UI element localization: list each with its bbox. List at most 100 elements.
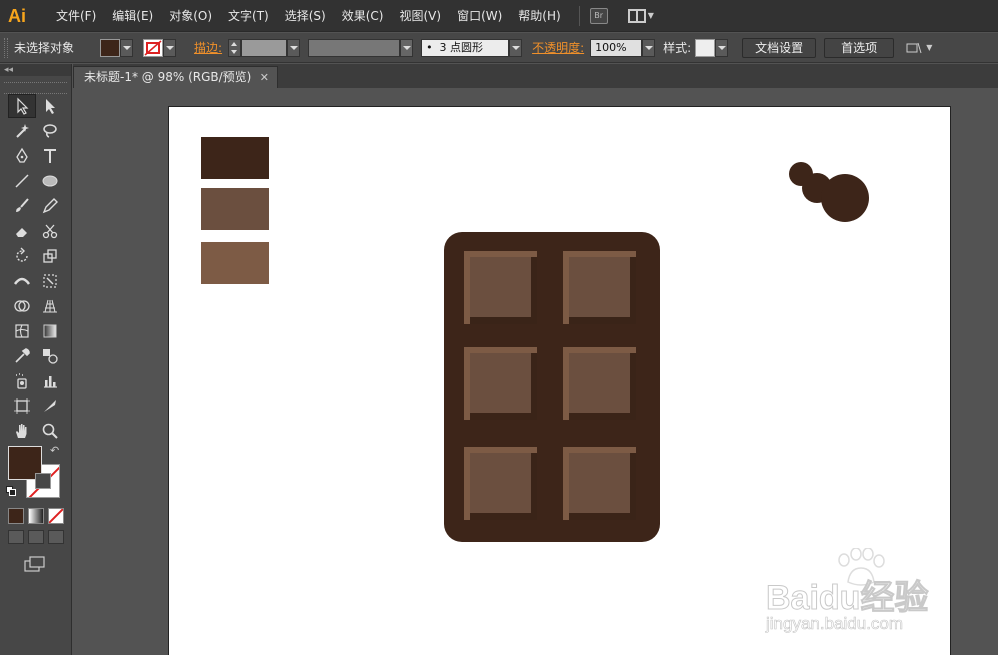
- graphic-style-dropdown[interactable]: [695, 38, 729, 58]
- variable-width-field[interactable]: [308, 38, 401, 57]
- artboard-tool[interactable]: [8, 394, 36, 418]
- paintbrush-tool[interactable]: [8, 194, 36, 218]
- fill-stroke-widget: ↶: [6, 444, 66, 504]
- selection-tool[interactable]: [8, 94, 36, 118]
- default-colors-icon[interactable]: [6, 486, 16, 496]
- pencil-tool[interactable]: [36, 194, 64, 218]
- eyedropper-tool[interactable]: [8, 344, 36, 368]
- scale-icon: [43, 249, 57, 263]
- rotate-tool[interactable]: [8, 244, 36, 268]
- eraser-icon: [16, 228, 27, 237]
- document-tab[interactable]: 未标题-1* @ 98% (RGB/预览) ✕: [73, 66, 278, 88]
- menu-object[interactable]: 对象(O): [161, 0, 220, 32]
- stroke-color-dropdown[interactable]: [143, 38, 177, 58]
- bubble-large: [821, 174, 869, 222]
- scale-tool[interactable]: [36, 244, 64, 268]
- preferences-button[interactable]: 首选项: [824, 37, 895, 58]
- variable-width-dropdown[interactable]: [400, 38, 414, 57]
- menu-edit[interactable]: 编辑(E): [104, 0, 161, 32]
- menu-select[interactable]: 选择(S): [277, 0, 334, 32]
- symbol-sprayer-tool[interactable]: [8, 369, 36, 393]
- slice-knife-icon: [44, 400, 56, 412]
- workspace-icon: [627, 8, 646, 23]
- free-transform-tool[interactable]: [36, 269, 64, 293]
- pen-icon: [16, 147, 28, 163]
- fill-color-dropdown[interactable]: [100, 38, 134, 58]
- selection-arrow-icon: [17, 97, 29, 115]
- menu-type[interactable]: 文字(T): [220, 0, 277, 32]
- opacity-dropdown[interactable]: [642, 38, 656, 57]
- brush-definition-field[interactable]: • 3 点圆形: [421, 38, 510, 57]
- swatch-medium[interactable]: [201, 188, 269, 230]
- stroke-weight-field[interactable]: [241, 38, 288, 57]
- chevron-down-icon: ▼: [926, 43, 933, 52]
- menu-separator: [578, 5, 580, 26]
- shape-builder-tool[interactable]: [8, 294, 36, 318]
- draw-behind-button[interactable]: [28, 530, 44, 544]
- fill-swatch: [100, 38, 121, 57]
- screen-mode-icon[interactable]: [24, 556, 46, 572]
- stroke-weight-stepper[interactable]: [228, 38, 242, 57]
- bubble-cluster[interactable]: [787, 159, 873, 225]
- tools-grip[interactable]: [4, 82, 67, 94]
- arrange-documents-icon[interactable]: ▼: [906, 41, 932, 55]
- menu-effect[interactable]: 效果(C): [334, 0, 392, 32]
- menu-help[interactable]: 帮助(H): [510, 0, 568, 32]
- chocolate-bar[interactable]: [443, 231, 661, 543]
- direct-selection-tool[interactable]: [36, 94, 64, 118]
- hand-tool[interactable]: [8, 419, 36, 443]
- align-icon: [906, 42, 922, 53]
- chevron-down-icon: [163, 38, 177, 57]
- bar-chart-icon: [44, 376, 57, 388]
- swatch-dark[interactable]: [201, 137, 269, 179]
- lasso-tool[interactable]: [36, 119, 64, 143]
- color-mode-button[interactable]: [8, 508, 24, 524]
- watermark-brand: Baidu经验: [765, 579, 929, 618]
- menu-view[interactable]: 视图(V): [391, 0, 449, 32]
- scissors-tool[interactable]: [36, 219, 64, 243]
- menu-window[interactable]: 窗口(W): [449, 0, 510, 32]
- shape-builder-icon: [14, 300, 30, 312]
- draw-normal-button[interactable]: [8, 530, 24, 544]
- ellipse-tool[interactable]: [36, 169, 64, 193]
- paintbrush-icon: [16, 198, 29, 212]
- gradient-mode-button[interactable]: [28, 508, 44, 524]
- document-tab-strip: 未标题-1* @ 98% (RGB/预览) ✕: [73, 64, 998, 88]
- gradient-tool[interactable]: [36, 319, 64, 343]
- brush-value: 3 点圆形: [439, 40, 484, 54]
- symbol-sprayer-icon: [16, 373, 27, 389]
- document-tab-title: 未标题-1* @ 98% (RGB/预览): [84, 70, 252, 84]
- column-graph-tool[interactable]: [36, 369, 64, 393]
- drawing-mode-row: [8, 530, 64, 544]
- close-icon[interactable]: ✕: [260, 67, 269, 88]
- menu-file[interactable]: 文件(F): [48, 0, 104, 32]
- panel-grip[interactable]: [4, 37, 8, 58]
- bridge-button[interactable]: Br: [589, 7, 608, 24]
- brush-dropdown[interactable]: [509, 38, 523, 57]
- opacity-label[interactable]: 不透明度:: [532, 39, 584, 56]
- stroke-label[interactable]: 描边:: [194, 39, 222, 56]
- line-tool[interactable]: [8, 169, 36, 193]
- type-tool[interactable]: [36, 144, 64, 168]
- workspace-switcher[interactable]: ▼: [627, 8, 654, 23]
- gradient-icon: [43, 324, 57, 338]
- pen-tool[interactable]: [8, 144, 36, 168]
- none-mode-button[interactable]: [48, 508, 64, 524]
- tools-collapse-button[interactable]: ◂◂: [0, 64, 71, 76]
- slice-tool[interactable]: [36, 394, 64, 418]
- opacity-field[interactable]: 100%: [590, 38, 643, 57]
- document-setup-button[interactable]: 文档设置: [742, 37, 817, 58]
- width-tool[interactable]: [8, 269, 36, 293]
- draw-inside-button[interactable]: [48, 530, 64, 544]
- perspective-grid-tool[interactable]: [36, 294, 64, 318]
- magic-wand-tool[interactable]: [8, 119, 36, 143]
- blob-brush-tool[interactable]: [8, 219, 36, 243]
- zoom-tool[interactable]: [36, 419, 64, 443]
- swap-fill-stroke-icon[interactable]: ↶: [50, 444, 59, 457]
- blend-tool[interactable]: [36, 344, 64, 368]
- mesh-tool[interactable]: [8, 319, 36, 343]
- line-segment-icon: [15, 174, 29, 188]
- swatch-light[interactable]: [201, 242, 269, 284]
- artboard-icon: [14, 398, 30, 414]
- stroke-weight-dropdown[interactable]: [287, 38, 301, 57]
